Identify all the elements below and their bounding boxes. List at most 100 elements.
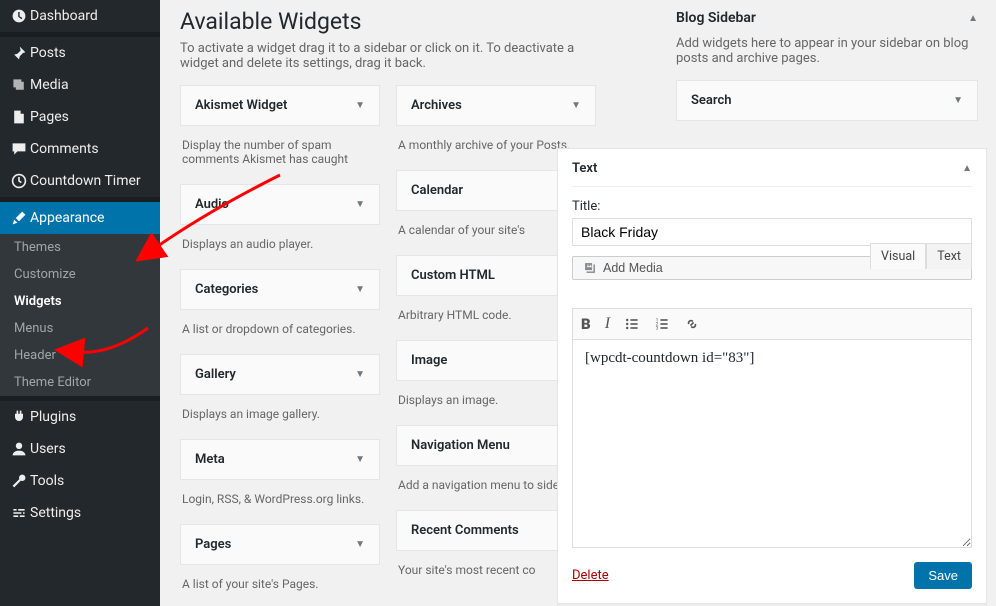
page-icon [8, 109, 30, 125]
widget-pages[interactable]: Pages ▼ [180, 524, 380, 565]
nav-label: Comments [30, 141, 99, 157]
widget-title: Archives [411, 98, 462, 113]
brush-icon [8, 210, 30, 226]
chevron-down-icon: ▼ [355, 199, 365, 210]
nav-appearance[interactable]: Appearance [0, 202, 160, 234]
nav-users[interactable]: Users [0, 433, 160, 465]
widget-desc: A list or dropdown of categories. [180, 314, 380, 350]
widget-categories[interactable]: Categories ▼ [180, 269, 380, 310]
nav-label: Media [30, 77, 69, 93]
nav-label: Dashboard [30, 8, 98, 24]
widget-title: Image [411, 353, 447, 368]
widget-desc: Display the number of spam comments Akis… [180, 130, 380, 180]
nav-tools[interactable]: Tools [0, 465, 160, 497]
number-list-button[interactable]: 123 [654, 316, 670, 332]
widget-title: Audio [195, 197, 229, 212]
user-icon [8, 441, 30, 457]
widget-desc: Login, RSS, & WordPress.org links. [180, 484, 380, 520]
chevron-down-icon: ▼ [355, 100, 365, 111]
subnav-widgets[interactable]: Widgets [0, 288, 160, 315]
chevron-down-icon: ▼ [953, 95, 963, 106]
sidebar-panel-desc: Add widgets here to appear in your sideb… [676, 36, 978, 66]
widget-akismet[interactable]: Akismet Widget ▼ [180, 85, 380, 126]
nav-label: Users [30, 441, 66, 457]
widget-title: Pages [195, 537, 231, 552]
add-media-label: Add Media [603, 261, 663, 275]
editor-toolbar: B I 123 [572, 308, 972, 339]
subnav-themes[interactable]: Themes [0, 234, 160, 261]
nav-label: Posts [30, 45, 66, 61]
nav-media[interactable]: Media [0, 69, 160, 101]
italic-button[interactable]: I [605, 315, 610, 333]
widget-archives[interactable]: Archives ▼ [396, 85, 596, 126]
tab-text[interactable]: Text [926, 243, 972, 269]
chevron-down-icon: ▼ [355, 539, 365, 550]
widget-audio[interactable]: Audio ▼ [180, 184, 380, 225]
title-field-label: Title: [572, 199, 972, 214]
widget-title: Recent Comments [411, 523, 519, 538]
widget-meta[interactable]: Meta ▼ [180, 439, 380, 480]
nav-label: Plugins [30, 409, 76, 425]
chevron-down-icon: ▼ [571, 100, 581, 111]
nav-comments[interactable]: Comments [0, 133, 160, 165]
widget-title: Calendar [411, 183, 463, 198]
widgets-column-1: Akismet Widget ▼ Display the number of sp… [180, 85, 380, 605]
nav-label: Appearance [30, 210, 104, 226]
page-description: To activate a widget drag it to a sideba… [180, 41, 600, 71]
content-editor[interactable] [572, 339, 972, 548]
editor-tabs: Visual Text [870, 243, 972, 269]
wrench-icon [8, 473, 30, 489]
widget-title: Categories [195, 282, 258, 297]
svg-text:3: 3 [656, 326, 659, 332]
nav-plugins[interactable]: Plugins [0, 401, 160, 433]
nav-label: Countdown Timer [30, 173, 141, 189]
tab-visual[interactable]: Visual [870, 243, 926, 269]
nav-pages[interactable]: Pages [0, 101, 160, 133]
chevron-down-icon: ▼ [355, 369, 365, 380]
save-button[interactable]: Save [914, 562, 972, 589]
nav-dashboard[interactable]: Dashboard [0, 0, 160, 32]
nav-countdown[interactable]: Countdown Timer [0, 165, 160, 197]
nav-label: Tools [30, 473, 64, 489]
widget-gallery[interactable]: Gallery ▼ [180, 354, 380, 395]
sidebar-panel-title: Blog Sidebar [676, 10, 756, 26]
nav-posts[interactable]: Posts [0, 37, 160, 69]
widget-desc: Displays an image gallery. [180, 399, 380, 435]
admin-sidebar: Dashboard Posts Media Pages Comments Cou… [0, 0, 160, 606]
widget-desc: Displays an audio player. [180, 229, 380, 265]
chevron-up-icon[interactable]: ▲ [968, 13, 978, 24]
bullet-list-button[interactable] [624, 316, 640, 332]
sidebar-widget-search[interactable]: Search ▼ [676, 80, 978, 121]
subnav-header[interactable]: Header [0, 342, 160, 369]
chevron-up-icon[interactable]: ▲ [962, 163, 972, 174]
widget-title: Gallery [195, 367, 236, 382]
pin-icon [8, 45, 30, 61]
subnav-menus[interactable]: Menus [0, 315, 160, 342]
nav-label: Settings [30, 505, 81, 521]
text-widget-header: Text [572, 161, 597, 176]
clock-icon [8, 173, 30, 189]
text-widget-editor: Text ▲ Title: Add Media Visual Text B I … [557, 148, 987, 604]
widget-title: Custom HTML [411, 268, 495, 283]
media-icon [583, 261, 597, 275]
media-icon [8, 77, 30, 93]
widget-desc: A list of your site's Pages. [180, 569, 380, 605]
subnav-customize[interactable]: Customize [0, 261, 160, 288]
widget-title: Navigation Menu [411, 438, 510, 453]
delete-link[interactable]: Delete [572, 568, 609, 583]
title-input[interactable] [572, 218, 972, 246]
chevron-down-icon: ▼ [355, 454, 365, 465]
nav-settings[interactable]: Settings [0, 497, 160, 529]
widget-title: Search [691, 93, 732, 108]
link-button[interactable] [684, 316, 700, 332]
page-title: Available Widgets [180, 8, 656, 35]
bold-button[interactable]: B [581, 315, 591, 333]
plug-icon [8, 409, 30, 425]
chevron-down-icon: ▼ [355, 284, 365, 295]
comment-icon [8, 141, 30, 157]
dashboard-icon [8, 8, 30, 24]
widget-title: Meta [195, 452, 225, 467]
sliders-icon [8, 505, 30, 521]
widget-title: Akismet Widget [195, 98, 287, 113]
subnav-theme-editor[interactable]: Theme Editor [0, 369, 160, 396]
